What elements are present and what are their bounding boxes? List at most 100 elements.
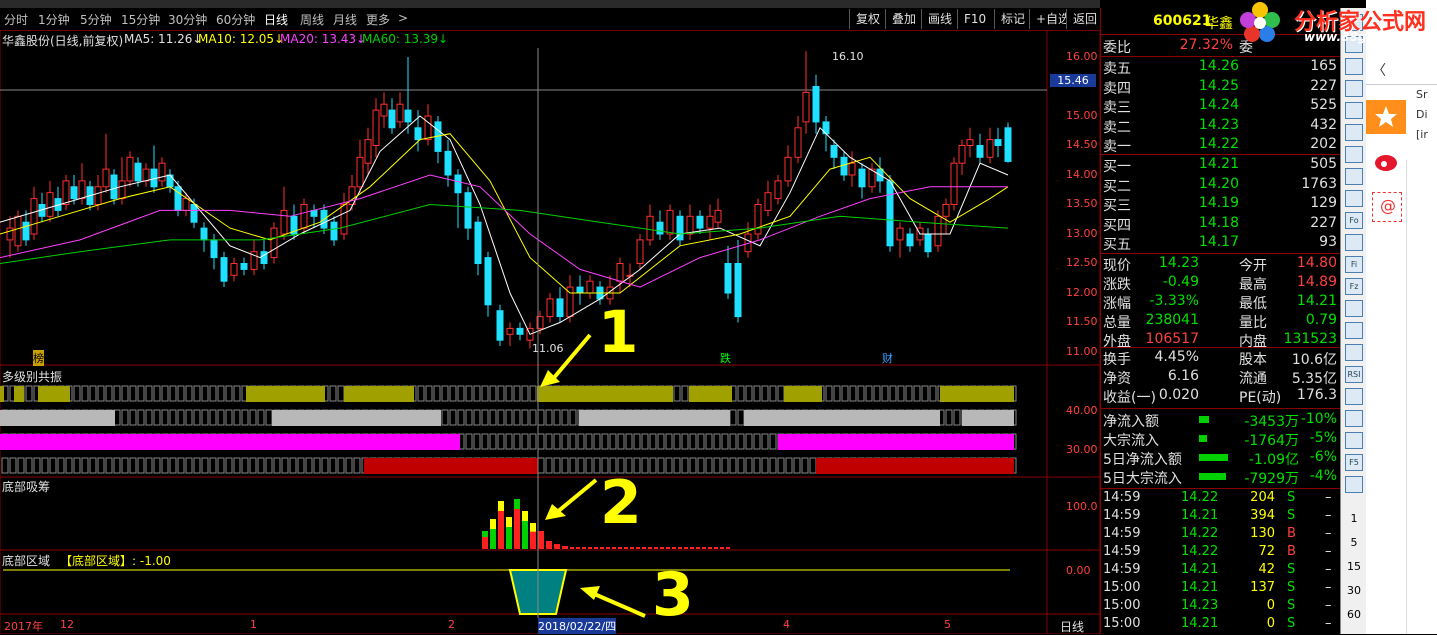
tool-icon[interactable] (1345, 168, 1363, 185)
mark-button[interactable]: 标记 (994, 9, 1032, 29)
tool-icon[interactable] (1345, 322, 1363, 339)
tool-icon[interactable]: F5 (1345, 454, 1363, 471)
accumulation-trace (576, 547, 580, 549)
period-shortcut[interactable]: 1 (1341, 512, 1367, 525)
band-cell (353, 457, 361, 474)
draw-line-button[interactable]: 画线 (921, 9, 959, 29)
tool-icon[interactable] (1345, 190, 1363, 207)
candle-body (576, 286, 584, 294)
candle-body (754, 204, 762, 235)
accumulation-trace (582, 547, 586, 549)
panel2-tick: 100.0 (1066, 500, 1098, 513)
band-cell (513, 385, 521, 402)
band-cell (537, 409, 545, 426)
fuquan-button[interactable]: 复权 (849, 9, 887, 29)
badge-die[interactable]: 跌 (720, 350, 731, 366)
tool-icon[interactable] (1345, 124, 1363, 141)
tab-60min[interactable]: 60分钟 (216, 11, 255, 28)
candle-body (340, 204, 348, 235)
browser-panel: 〈 @ Sr Di [ir (1366, 0, 1437, 634)
tab-monthly[interactable]: 月线 (333, 11, 357, 28)
browser-item[interactable]: Di (1416, 108, 1428, 121)
candle-body (906, 233, 914, 247)
band-cell (81, 457, 89, 474)
stat-v1: 0.020 (1158, 387, 1199, 403)
browser-item[interactable]: Sr (1416, 88, 1428, 101)
f10-button[interactable]: F10 (957, 9, 993, 29)
period-shortcut[interactable]: 60 (1341, 608, 1367, 621)
row-label: 买二 (1103, 178, 1131, 195)
buy-row: 买五 14.17 93 (1103, 234, 1339, 253)
band-cell (457, 385, 465, 402)
tab-more[interactable]: 更多 (366, 11, 390, 28)
tick-price: 14.22 (1181, 526, 1219, 541)
row-label: 卖二 (1103, 119, 1131, 136)
ma5-label: MA5: 11.26↓ (124, 32, 203, 46)
badge-bang[interactable]: 榜 (33, 350, 44, 366)
candle-body (14, 215, 22, 247)
email-icon[interactable]: @ (1372, 192, 1402, 222)
tool-icon[interactable] (1345, 388, 1363, 405)
weibo-icon[interactable] (1366, 145, 1406, 179)
tool-icon[interactable]: RSI (1345, 366, 1363, 383)
tool-icon[interactable]: Fo (1345, 212, 1363, 229)
browser-back-icon[interactable]: 〈 (1372, 60, 1386, 80)
band-cell (697, 433, 705, 450)
band-cell (529, 433, 537, 450)
overlay-button[interactable]: 叠加 (885, 9, 923, 29)
star-icon[interactable] (1366, 100, 1406, 134)
band-cell (81, 385, 89, 402)
tool-icon[interactable] (1345, 234, 1363, 251)
period-shortcut[interactable]: 15 (1341, 560, 1367, 573)
browser-item[interactable]: [ir (1416, 128, 1428, 141)
band-cell (97, 457, 105, 474)
tab-fenshi[interactable]: 分时 (4, 11, 28, 28)
band-cell (657, 457, 665, 474)
tab-15min[interactable]: 15分钟 (121, 11, 160, 28)
band-cell (513, 409, 521, 426)
tool-icon[interactable] (1345, 300, 1363, 317)
candle-body (94, 186, 102, 206)
tool-icon[interactable] (1345, 102, 1363, 119)
candle-body (240, 263, 248, 270)
band-cell (337, 457, 345, 474)
tab-30min[interactable]: 30分钟 (168, 11, 207, 28)
tool-icon[interactable] (1345, 58, 1363, 75)
band-cell (153, 457, 161, 474)
buy-row: 买三 14.19 129 (1103, 195, 1339, 214)
band-cell (305, 457, 313, 474)
tool-icon[interactable] (1345, 344, 1363, 361)
accumulation-bar (554, 544, 560, 549)
band-cell (857, 385, 865, 402)
band-cell (73, 385, 81, 402)
tool-icon[interactable] (1345, 476, 1363, 493)
tool-icon[interactable] (1345, 146, 1363, 163)
tool-icon[interactable] (1345, 410, 1363, 427)
period-shortcut[interactable]: 5 (1341, 536, 1367, 549)
band-cell (105, 385, 113, 402)
candle-body (182, 198, 190, 211)
badge-cai[interactable]: 财 (882, 350, 893, 366)
row-label: 买四 (1103, 217, 1131, 234)
kline-chart-area[interactable]: 华鑫股份(日线,前复权) MA5: 11.26↓ MA10: 12.05↓ MA… (0, 30, 1100, 634)
band-cell (897, 385, 905, 402)
tab-daily[interactable]: 日线 (264, 11, 288, 28)
tab-1min[interactable]: 1分钟 (38, 11, 70, 28)
tool-icon[interactable] (1345, 80, 1363, 97)
back-button[interactable]: 返回 (1066, 9, 1104, 29)
accumulation-trace (708, 547, 712, 549)
tool-icon[interactable] (1345, 432, 1363, 449)
tab-5min[interactable]: 5分钟 (80, 11, 112, 28)
tick-price: 14.23 (1181, 598, 1219, 613)
tab-weekly[interactable]: 周线 (300, 11, 324, 28)
tool-icon[interactable]: Fi (1345, 256, 1363, 273)
tick-row: 15:00 14.23 0 S – (1103, 598, 1339, 617)
tool-icon[interactable]: Fz (1345, 278, 1363, 295)
band-segment (778, 434, 1014, 450)
band-cell (729, 433, 737, 450)
more-arrow-icon[interactable]: > (398, 11, 408, 25)
band-cell (761, 385, 769, 402)
period-shortcut[interactable]: 30 (1341, 584, 1367, 597)
stat-v1: 6.16 (1167, 368, 1199, 384)
candle-body (950, 162, 958, 205)
